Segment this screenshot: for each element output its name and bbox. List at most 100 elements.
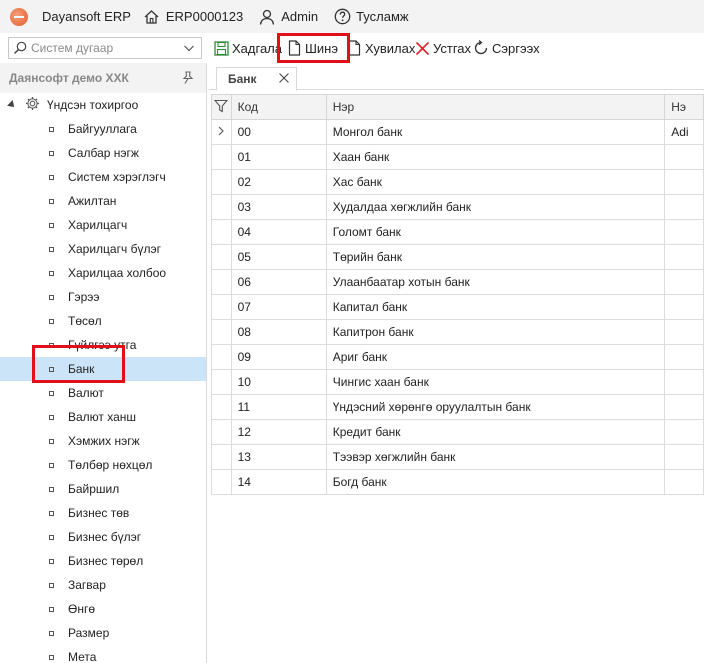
user-button[interactable]: Admin — [258, 8, 318, 26]
sidebar-item[interactable]: Ажилтан — [0, 189, 206, 213]
row-indicator[interactable] — [211, 369, 232, 395]
table-row[interactable]: 05 Төрийн банк — [211, 244, 704, 270]
table-row[interactable]: 06 Улаанбаатар хотын банк — [211, 269, 704, 295]
column-header-extra[interactable]: Нэ — [664, 94, 704, 120]
sidebar-item[interactable]: Систем хэрэглэгч — [0, 165, 206, 189]
sidebar-item[interactable]: Харилцаа холбоо — [0, 261, 206, 285]
table-row[interactable]: 13 Тээвэр хөгжлийн банк — [211, 444, 704, 470]
row-indicator[interactable] — [211, 294, 232, 320]
row-indicator[interactable] — [211, 344, 232, 370]
cell-name[interactable]: Төрийн банк — [325, 244, 666, 270]
table-row[interactable]: 12 Кредит банк — [211, 419, 704, 445]
row-indicator[interactable] — [211, 469, 232, 495]
sidebar-item[interactable]: Валют — [0, 381, 206, 405]
pin-icon[interactable] — [182, 71, 194, 88]
cell-name[interactable]: Тээвэр хөгжлийн банк — [325, 444, 666, 470]
current-row-indicator-icon[interactable] — [211, 119, 232, 145]
save-button[interactable]: Хадгала — [213, 38, 282, 58]
cell-name[interactable]: Чингис хаан банк — [325, 369, 666, 395]
table-row[interactable]: 02 Хас банк — [211, 169, 704, 195]
sidebar-item[interactable]: Байгууллага — [0, 117, 206, 141]
table-row[interactable]: 14 Богд банк — [211, 469, 704, 495]
cell-code[interactable]: 11 — [230, 394, 327, 420]
tree-root-settings[interactable]: Үндсэн тохиргоо — [0, 93, 206, 117]
cell-extra[interactable] — [664, 219, 704, 245]
sidebar-item[interactable]: Төсөл — [0, 309, 206, 333]
cell-extra[interactable] — [664, 394, 704, 420]
cell-extra[interactable] — [664, 244, 704, 270]
row-indicator[interactable] — [211, 244, 232, 270]
help-button[interactable]: Тусламж — [333, 8, 409, 26]
sidebar-item[interactable]: Гүйлгээ утга — [0, 333, 206, 357]
cell-code[interactable]: 10 — [230, 369, 327, 395]
sidebar-item[interactable]: Бизнес төв — [0, 501, 206, 525]
cell-name[interactable]: Хаан банк — [325, 144, 666, 170]
table-row[interactable]: 04 Голомт банк — [211, 219, 704, 245]
row-indicator[interactable] — [211, 219, 232, 245]
table-row[interactable]: 09 Ариг банк — [211, 344, 704, 370]
cell-extra[interactable]: Adi — [664, 119, 704, 145]
cell-name[interactable]: Ариг банк — [325, 344, 666, 370]
sidebar-item[interactable]: Мета — [0, 645, 206, 663]
cell-name[interactable]: Богд банк — [325, 469, 666, 495]
cell-code[interactable]: 00 — [230, 119, 327, 145]
row-indicator[interactable] — [211, 169, 232, 195]
row-indicator[interactable] — [211, 144, 232, 170]
cell-name[interactable]: Улаанбаатар хотын банк — [325, 269, 666, 295]
cell-extra[interactable] — [664, 369, 704, 395]
cell-extra[interactable] — [664, 469, 704, 495]
cell-extra[interactable] — [664, 269, 704, 295]
row-indicator[interactable] — [211, 194, 232, 220]
cell-code[interactable]: 06 — [230, 269, 327, 295]
cell-name[interactable]: Монгол банк — [325, 119, 666, 145]
cell-name[interactable]: Голомт банк — [325, 219, 666, 245]
table-row[interactable]: 11 Үндэсний хөрөнгө оруулалтын банк — [211, 394, 704, 420]
search-box[interactable] — [8, 37, 202, 59]
tab-bank[interactable]: Банк — [216, 67, 297, 91]
expand-triangle-icon[interactable] — [7, 100, 17, 110]
home-button[interactable]: ERP0000123 — [143, 8, 243, 26]
sidebar-item[interactable]: Харилцагч бүлэг — [0, 237, 206, 261]
cell-code[interactable]: 03 — [230, 194, 327, 220]
sidebar-item[interactable]: Салбар нэгж — [0, 141, 206, 165]
search-input[interactable] — [31, 41, 171, 55]
cell-code[interactable]: 08 — [230, 319, 327, 345]
filter-icon[interactable] — [211, 94, 232, 120]
cell-extra[interactable] — [664, 444, 704, 470]
sidebar-item[interactable]: Размер — [0, 621, 206, 645]
sidebar-item[interactable]: Загвар — [0, 573, 206, 597]
delete-button[interactable]: Устгах — [414, 38, 471, 58]
cell-extra[interactable] — [664, 144, 704, 170]
cell-extra[interactable] — [664, 294, 704, 320]
cell-code[interactable]: 12 — [230, 419, 327, 445]
table-row[interactable]: 00 Монгол банк Adi — [211, 119, 704, 145]
cell-extra[interactable] — [664, 194, 704, 220]
table-row[interactable]: 07 Капитал банк — [211, 294, 704, 320]
close-icon[interactable] — [278, 72, 290, 87]
row-indicator[interactable] — [211, 394, 232, 420]
refresh-button[interactable]: Сэргээх — [473, 38, 540, 58]
sidebar-item[interactable]: Харилцагч — [0, 213, 206, 237]
cell-extra[interactable] — [664, 169, 704, 195]
cell-code[interactable]: 02 — [230, 169, 327, 195]
new-button[interactable]: Шинэ — [286, 38, 338, 58]
cell-extra[interactable] — [664, 419, 704, 445]
row-indicator[interactable] — [211, 319, 232, 345]
row-indicator[interactable] — [211, 444, 232, 470]
table-row[interactable]: 10 Чингис хаан банк — [211, 369, 704, 395]
table-row[interactable]: 08 Капитрон банк — [211, 319, 704, 345]
sidebar-item[interactable]: Бизнес бүлэг — [0, 525, 206, 549]
cell-code[interactable]: 13 — [230, 444, 327, 470]
cell-name[interactable]: Капитрон банк — [325, 319, 666, 345]
row-indicator[interactable] — [211, 269, 232, 295]
column-header-code[interactable]: Код — [230, 94, 327, 120]
sidebar-item[interactable]: Төлбөр нөхцөл — [0, 453, 206, 477]
sidebar-item[interactable]: Банк — [0, 357, 206, 381]
sidebar-item[interactable]: Өнгө — [0, 597, 206, 621]
cell-code[interactable]: 14 — [230, 469, 327, 495]
cell-name[interactable]: Хас банк — [325, 169, 666, 195]
table-row[interactable]: 03 Худалдаа хөгжлийн банк — [211, 194, 704, 220]
cell-name[interactable]: Үндэсний хөрөнгө оруулалтын банк — [325, 394, 666, 420]
copy-button[interactable]: Хувилах — [346, 38, 415, 58]
column-header-name[interactable]: Нэр — [325, 94, 666, 120]
